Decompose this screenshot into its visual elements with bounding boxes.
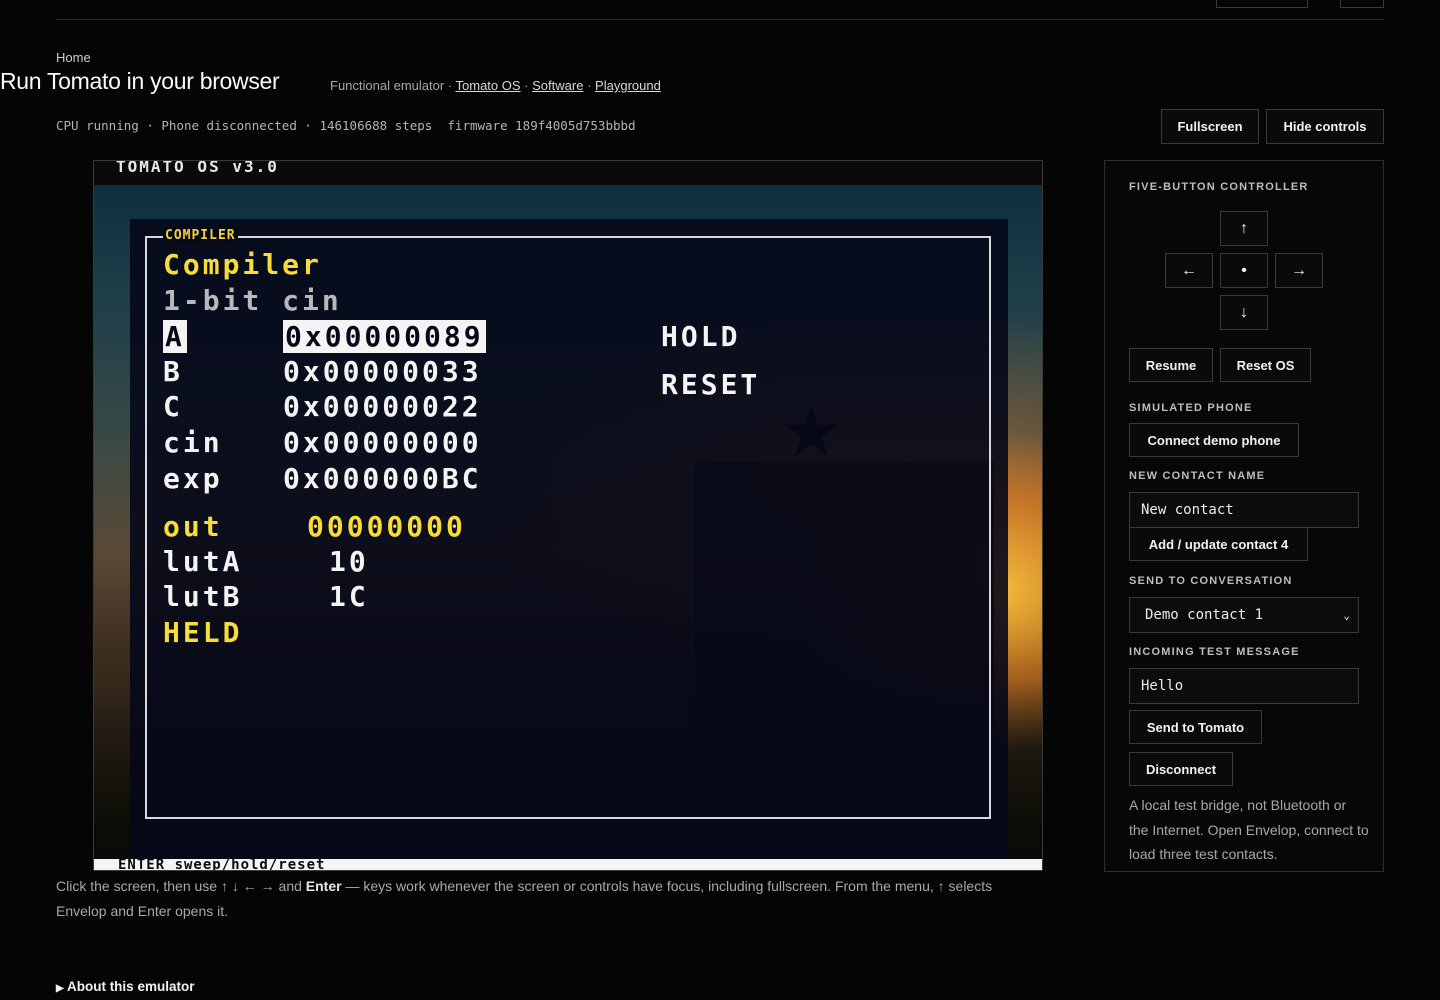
resume-button[interactable]: Resume: [1129, 348, 1213, 382]
down-arrow-icon: ↓: [1240, 303, 1248, 321]
screen-footer-hint: ENTER sweep/hold/reset: [118, 857, 326, 871]
register-value: 0x000000BC: [283, 462, 482, 495]
top-nav-button[interactable]: [1340, 0, 1384, 8]
send-to-tomato-button[interactable]: Send to Tomato: [1129, 710, 1262, 744]
step-count: 146106688 steps: [319, 118, 433, 133]
incoming-message-label: INCOMING TEST MESSAGE: [1129, 646, 1300, 658]
cpu-status: CPU running: [56, 118, 139, 133]
lut-value: 10: [329, 545, 369, 578]
connect-phone-button[interactable]: Connect demo phone: [1129, 423, 1299, 457]
conversation-select[interactable]: Demo contact 1 ⌄: [1129, 597, 1359, 633]
disconnect-button[interactable]: Disconnect: [1129, 752, 1233, 786]
disclosure-triangle-icon: ▶: [56, 983, 64, 994]
incoming-message-input[interactable]: Hello: [1129, 668, 1359, 704]
held-indicator: HELD: [163, 616, 243, 649]
register-value: 0x00000089: [283, 320, 486, 353]
separator: ·: [304, 118, 312, 133]
keyboard-hint: Click the screen, then use ↑ ↓ ← → and E…: [56, 874, 1046, 924]
page-subtitle: Functional emulator · Tomato OS · Softwa…: [330, 78, 661, 93]
bridge-note: A local test bridge, not Bluetooth or th…: [1129, 797, 1369, 862]
down-button[interactable]: ↓: [1220, 295, 1268, 330]
page-title: Run Tomato in your browser: [0, 68, 280, 94]
compiler-subheading: 1-bit cin: [163, 284, 342, 317]
phone-status: Phone disconnected: [161, 118, 297, 133]
fullscreen-button[interactable]: Fullscreen: [1161, 109, 1259, 144]
subtitle-prefix: Functional emulator ·: [330, 78, 453, 93]
emulator-screen[interactable]: ★ TOMATO OS v3.0 COMPILER Compiler 1-bit…: [93, 160, 1043, 871]
hint-text: Click the screen, then use: [56, 878, 218, 894]
center-button[interactable]: •: [1220, 253, 1268, 288]
register-value: 0x00000033: [283, 355, 482, 388]
controls-panel: FIVE-BUTTON CONTROLLER ↑ ← • → ↓ Resume …: [1104, 160, 1384, 872]
up-button[interactable]: ↑: [1220, 211, 1268, 246]
screen-header-bar: TOMATO OS v3.0: [94, 160, 1042, 185]
top-nav-divider: [56, 0, 1384, 20]
about-disclosure[interactable]: ▶ About this emulator: [56, 979, 194, 994]
enter-key: Enter: [305, 878, 342, 894]
tomato-os-link[interactable]: Tomato OS: [456, 78, 521, 93]
send-to-label: SEND TO CONVERSATION: [1129, 575, 1293, 587]
software-link[interactable]: Software: [532, 78, 583, 93]
about-label: About this emulator: [66, 979, 195, 994]
right-arrow-icon: →: [1291, 261, 1307, 279]
register-value: 0x00000000: [283, 426, 482, 459]
hint-text: and: [278, 878, 302, 894]
hold-action[interactable]: HOLD: [661, 320, 740, 353]
add-update-contact-button[interactable]: Add / update contact 4: [1129, 527, 1308, 561]
left-arrow-icon: ←: [1181, 261, 1197, 279]
lut-name: lutA: [163, 545, 243, 578]
top-nav-button[interactable]: [1216, 0, 1308, 8]
compiler-window: COMPILER Compiler 1-bit cin A 0x00000089…: [130, 219, 1008, 859]
hide-controls-button[interactable]: Hide controls: [1266, 109, 1384, 144]
selected-conversation: Demo contact 1: [1145, 607, 1264, 623]
playground-link[interactable]: Playground: [595, 78, 661, 93]
emulator-status: CPU running · Phone disconnected · 14610…: [56, 118, 636, 133]
register-value: 0x00000022: [283, 390, 482, 423]
arrow-keys: ↑ ↓ ← →: [220, 878, 275, 894]
separator: ·: [146, 118, 154, 133]
compiler-frame: COMPILER Compiler 1-bit cin A 0x00000089…: [145, 228, 991, 819]
up-arrow-icon: ↑: [1240, 219, 1248, 237]
left-button[interactable]: ←: [1165, 253, 1213, 288]
out-value: 00000000: [307, 510, 466, 543]
separator: ·: [524, 78, 529, 93]
contact-name-label: NEW CONTACT NAME: [1129, 470, 1266, 482]
frame-title: COMPILER: [163, 228, 238, 243]
register-name: C: [163, 390, 183, 423]
firmware-version: firmware 189f4005d753bbbd: [447, 118, 636, 133]
chevron-down-icon: ⌄: [1343, 608, 1350, 622]
breadcrumb[interactable]: Home: [56, 50, 91, 65]
contact-name-input[interactable]: New contact: [1129, 492, 1359, 528]
register-name: B: [163, 355, 183, 388]
lut-name: lutB: [163, 580, 243, 613]
reset-os-button[interactable]: Reset OS: [1220, 348, 1311, 382]
separator: ·: [587, 78, 592, 93]
lut-value: 1C: [329, 580, 369, 613]
phone-label: SIMULATED PHONE: [1129, 402, 1253, 414]
controller-label: FIVE-BUTTON CONTROLLER: [1129, 181, 1309, 193]
dot-icon: •: [1241, 261, 1247, 279]
reset-action[interactable]: RESET: [661, 368, 760, 401]
register-name: exp: [163, 462, 223, 495]
out-label: out: [163, 510, 223, 543]
os-version: TOMATO OS v3.0: [116, 160, 279, 176]
register-name: cin: [163, 426, 223, 459]
compiler-heading: Compiler: [163, 248, 322, 281]
right-button[interactable]: →: [1275, 253, 1323, 288]
register-name: A: [163, 320, 187, 353]
